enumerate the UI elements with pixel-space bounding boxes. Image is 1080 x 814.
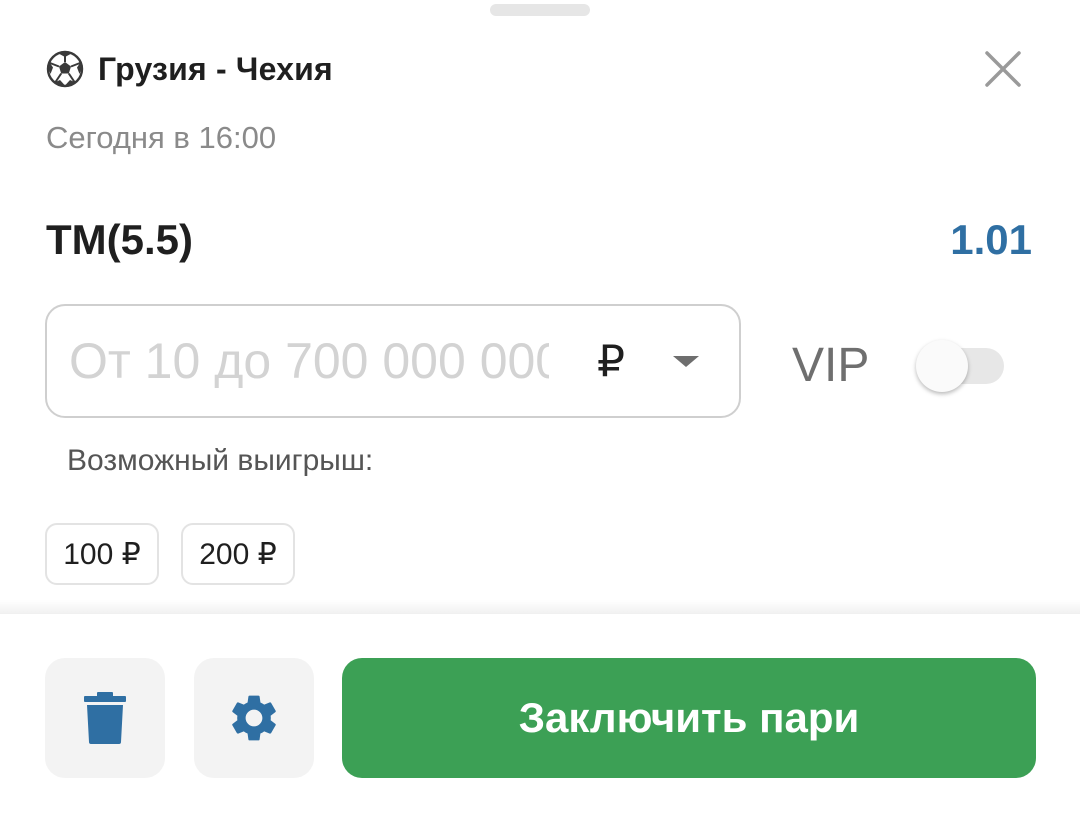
bet-market: ТМ(5.5): [46, 216, 193, 263]
match-time: Сегодня в 16:00: [46, 120, 277, 155]
possible-win-label: Возможный выигрыш:: [67, 444, 374, 477]
chevron-down-icon: [673, 355, 699, 367]
soccer-ball-icon: [46, 50, 84, 88]
currency-select[interactable]: ₽: [593, 306, 743, 416]
trash-icon: [84, 692, 126, 744]
delete-button[interactable]: [45, 658, 165, 778]
close-button[interactable]: [978, 44, 1028, 94]
place-bet-button[interactable]: Заключить пари: [342, 658, 1036, 778]
bottom-bar-divider: [0, 600, 1080, 615]
bet-odds: 1.01: [950, 216, 1032, 263]
gear-icon: [232, 695, 276, 741]
quick-amount-chip[interactable]: 200 ₽: [181, 523, 295, 585]
close-icon: [985, 51, 1021, 87]
bet-selection: ТМ(5.5) 1.01: [46, 212, 1032, 268]
stake-field: ₽: [45, 304, 741, 418]
stake-input[interactable]: [69, 332, 549, 390]
vip-toggle-knob: [916, 340, 968, 392]
vip-label: VIP: [792, 339, 870, 392]
quick-amount-chip[interactable]: 100 ₽: [45, 523, 159, 585]
match-title: Грузия - Чехия: [98, 50, 333, 87]
quick-amounts: 100 ₽ 200 ₽: [45, 523, 295, 585]
currency-symbol: ₽: [597, 336, 625, 386]
vip-toggle[interactable]: [916, 340, 1004, 392]
drag-handle[interactable]: [490, 4, 590, 16]
settings-button[interactable]: [194, 658, 314, 778]
match-header: Грузия - Чехия: [46, 48, 333, 90]
bet-slip-sheet: Грузия - Чехия Сегодня в 16:00 ТМ(5.5) 1…: [0, 0, 1080, 814]
